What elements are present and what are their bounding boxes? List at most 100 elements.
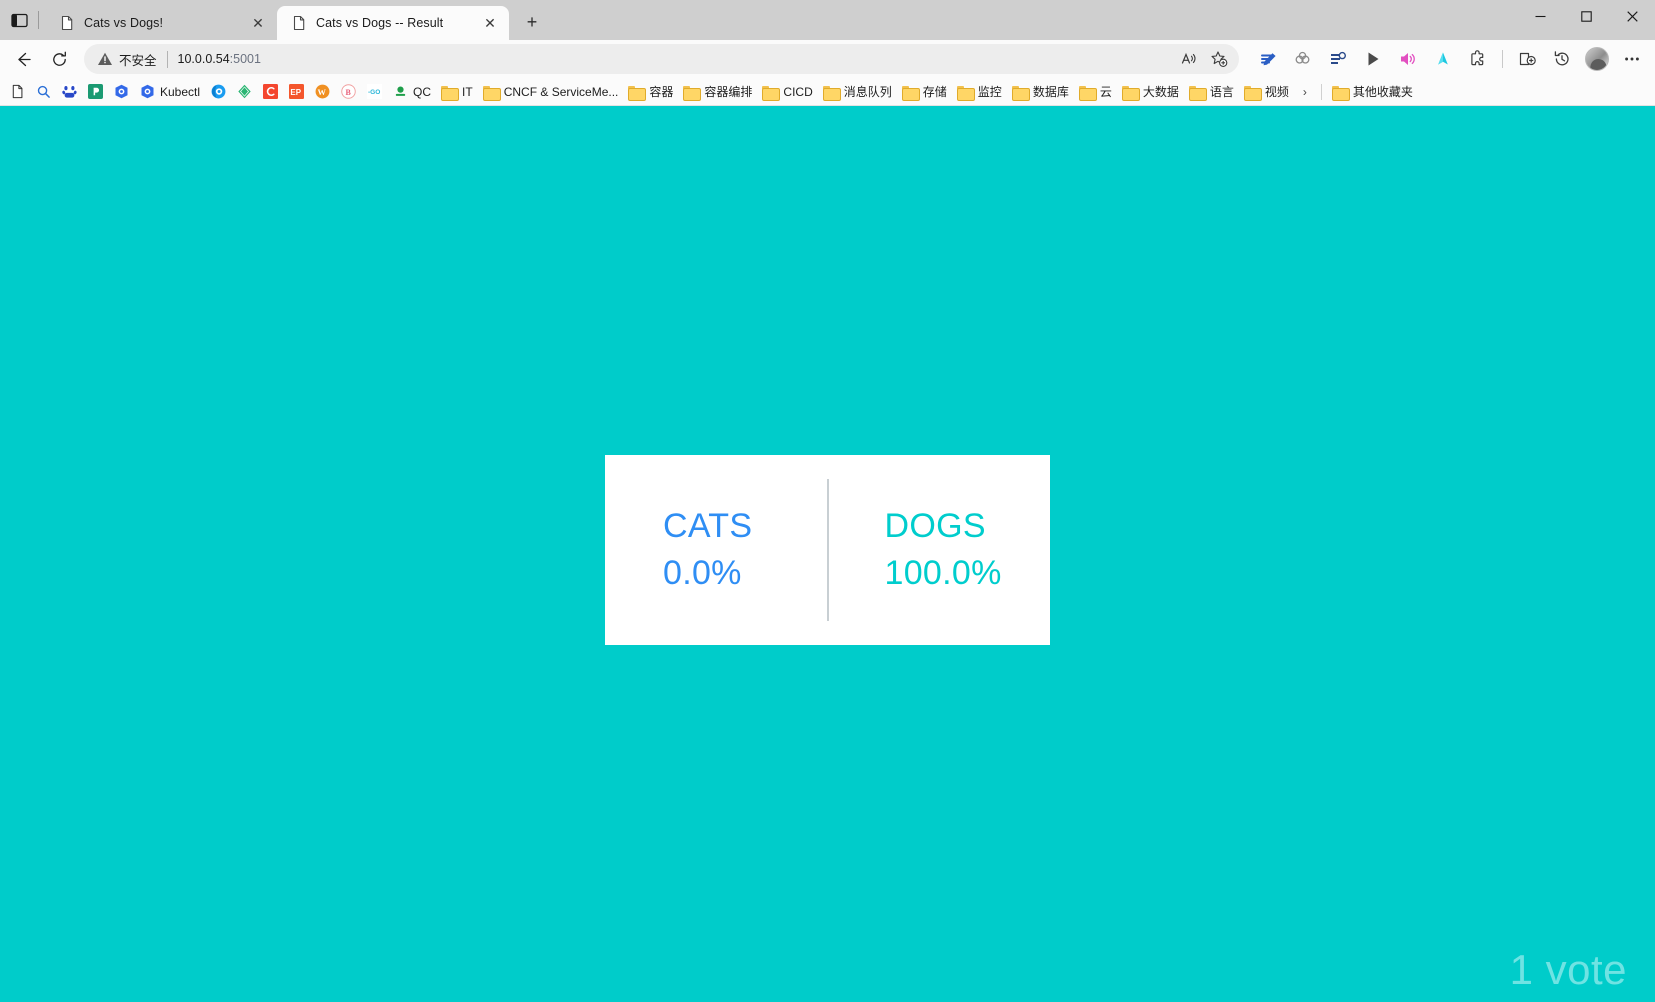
editor-icon-button[interactable] (1251, 44, 1285, 74)
bookmark-label: 大数据 (1142, 85, 1179, 99)
refresh-button[interactable] (42, 44, 76, 74)
extensions-icon (1471, 50, 1484, 66)
collections-icon (1331, 51, 1347, 64)
address-divider (166, 50, 168, 68)
maximize-icon (1580, 10, 1592, 22)
bookmark-item[interactable]: B (335, 81, 361, 103)
bookmark-folder-orchestration[interactable]: 容器编排 (678, 81, 757, 103)
bookmark-folder-cloud[interactable]: 云 (1074, 81, 1117, 103)
folder-icon (683, 84, 702, 101)
bookmarks-bar: Kubectl EP W B -GO QC IT CNCF & ServiceM… (0, 78, 1655, 106)
maximize-button[interactable] (1563, 0, 1609, 32)
tab-title: Cats vs Dogs! (84, 16, 164, 30)
bookmark-item-kubectl[interactable]: Kubectl (134, 81, 205, 103)
new-tab-button[interactable]: + (517, 7, 547, 37)
bookmark-folder-storage[interactable]: 存储 (897, 81, 952, 103)
tab-divider (38, 11, 39, 29)
settings-more-button[interactable] (1615, 44, 1649, 74)
speaker-icon-button[interactable] (1391, 44, 1425, 74)
bookmark-folder-bigdata[interactable]: 大数据 (1117, 81, 1184, 103)
copilot-icon-button[interactable] (1426, 44, 1460, 74)
address-bar-actions (1175, 46, 1233, 72)
read-aloud-icon[interactable] (1175, 46, 1203, 72)
bookmark-folder-it[interactable]: IT (436, 81, 478, 103)
bookmark-item[interactable]: W (309, 81, 335, 103)
results-card: CATS 0.0% DOGS 100.0% (605, 455, 1050, 645)
close-icon (1626, 10, 1638, 22)
folder-icon (1011, 84, 1030, 101)
add-favorite-icon[interactable] (1205, 46, 1233, 72)
folder-icon (628, 84, 647, 101)
folder-icon (482, 84, 501, 101)
bookmark-folder-monitoring[interactable]: 监控 (952, 81, 1007, 103)
history-icon (1554, 51, 1569, 66)
settings-more-icon (1625, 57, 1639, 61)
history-icon-button[interactable] (1545, 44, 1579, 74)
bookmark-item[interactable] (30, 81, 56, 103)
copilot-icon (1438, 52, 1448, 65)
tab-title: Cats vs Dogs -- Result (316, 16, 444, 30)
bookmark-label: IT (462, 84, 473, 99)
extensions-icon-button[interactable] (1461, 44, 1495, 74)
close-button[interactable] (1609, 0, 1655, 32)
bookmark-folder-video[interactable]: 视频 (1239, 81, 1294, 103)
dogs-percent: 100.0% (884, 554, 1002, 592)
bookmark-item[interactable]: EP (283, 81, 309, 103)
tab-list-icon (10, 13, 28, 27)
bookmark-item[interactable] (4, 81, 30, 103)
collections-icon-button[interactable] (1321, 44, 1355, 74)
url-port: :5001 (229, 52, 261, 66)
browser-tab-2[interactable]: Cats vs Dogs -- Result ✕ (277, 6, 509, 40)
tab-close-button[interactable]: ✕ (479, 12, 501, 34)
bookmark-item[interactable] (56, 81, 82, 103)
folder-icon (1188, 84, 1207, 101)
minimize-button[interactable] (1517, 0, 1563, 32)
bookmark-folder-cncf[interactable]: CNCF & ServiceMe... (478, 81, 624, 103)
bookmark-label: CICD (783, 84, 813, 99)
bookmark-folder-other-favorites[interactable]: 其他收藏夹 (1327, 81, 1418, 103)
document-icon (9, 84, 25, 100)
url-text: 10.0.0.54:5001 (178, 52, 261, 66)
bookmark-item[interactable] (231, 81, 257, 103)
bookmark-item[interactable] (82, 81, 108, 103)
rings-icon-button[interactable] (1286, 44, 1320, 74)
dogs-label: DOGS (884, 507, 986, 546)
folder-icon (1121, 84, 1140, 101)
bookmark-label: Kubectl (160, 84, 201, 99)
bookmark-folder-database[interactable]: 数据库 (1007, 81, 1074, 103)
bookmark-item[interactable]: -GO (361, 81, 387, 103)
editor-icon (1261, 53, 1276, 66)
baidu-icon (61, 84, 77, 100)
tab-close-button[interactable]: ✕ (247, 12, 269, 34)
folder-icon (956, 84, 975, 101)
bookmark-folder-cicd[interactable]: CICD (757, 81, 817, 103)
bookmark-item[interactable] (108, 81, 134, 103)
bookmark-item-qc[interactable]: QC (387, 81, 436, 103)
svg-text:B: B (345, 88, 351, 97)
toolbar-divider (1502, 50, 1503, 68)
bookmark-item[interactable] (205, 81, 231, 103)
cats-label: CATS (663, 507, 753, 546)
b-pink-icon: B (340, 84, 356, 100)
split-screen-icon (1519, 52, 1536, 66)
p-green-icon (87, 84, 103, 100)
c-red-icon (262, 84, 278, 100)
vote-count: 1 vote (1509, 946, 1627, 993)
go-blue-icon: -GO (366, 84, 382, 100)
play-icon-button[interactable] (1356, 44, 1390, 74)
bookmark-folder-messagequeue[interactable]: 消息队列 (818, 81, 897, 103)
result-cats: CATS 0.0% (605, 455, 827, 645)
profile-avatar-button[interactable] (1580, 44, 1614, 74)
bookmark-folder-containers[interactable]: 容器 (623, 81, 678, 103)
browser-tab-1[interactable]: Cats vs Dogs! ✕ (45, 6, 277, 40)
leaf-green-icon (236, 84, 252, 100)
back-button[interactable] (6, 44, 40, 74)
bookmark-label: 消息队列 (843, 85, 892, 99)
bookmark-folder-languages[interactable]: 语言 (1184, 81, 1239, 103)
address-bar[interactable]: 不安全 10.0.0.54:5001 (84, 44, 1239, 74)
bookmark-item[interactable] (257, 81, 283, 103)
bookmarks-overflow-button[interactable]: › (1294, 81, 1316, 103)
tab-actions-icon[interactable] (2, 0, 36, 40)
split-screen-icon-button[interactable] (1510, 44, 1544, 74)
kubernetes-icon (139, 84, 155, 100)
